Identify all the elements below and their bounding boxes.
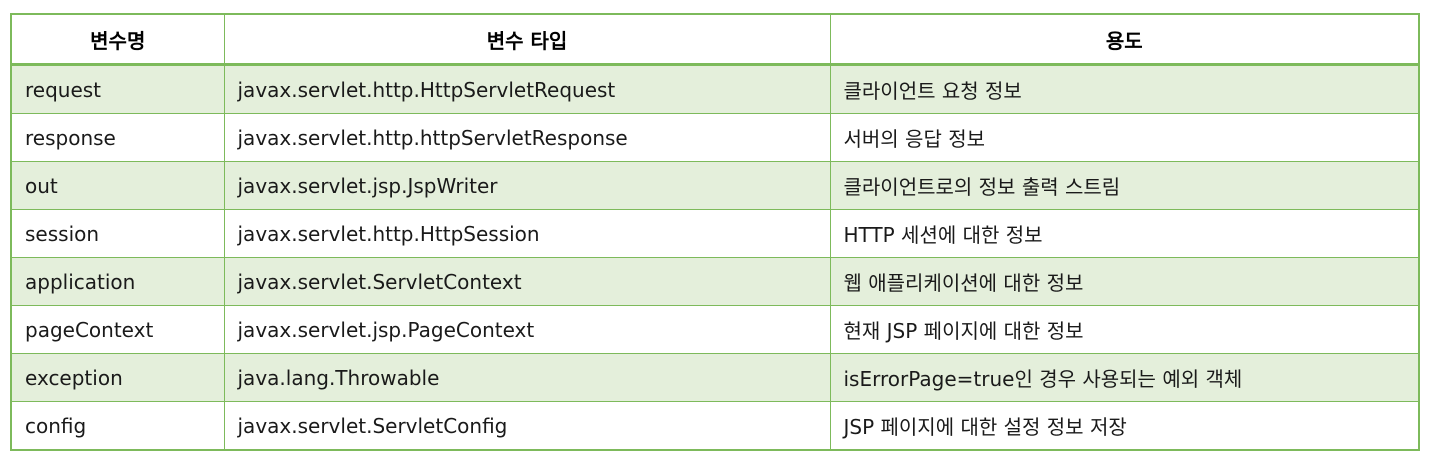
table-row: session javax.servlet.http.HttpSession H…: [10, 209, 1420, 258]
table-row: application javax.servlet.ServletContext…: [10, 257, 1420, 306]
cell-variable-name: pageContext: [10, 305, 225, 354]
cell-variable-name: out: [10, 161, 225, 210]
cell-purpose: JSP 페이지에 대한 설정 정보 저장: [829, 401, 1420, 451]
cell-variable-name: session: [10, 209, 225, 258]
table-row: exception java.lang.Throwable isErrorPag…: [10, 353, 1420, 402]
cell-variable-type: javax.servlet.jsp.JspWriter: [223, 161, 831, 210]
cell-variable-name: config: [10, 401, 225, 451]
cell-variable-name: exception: [10, 353, 225, 402]
table-row: config javax.servlet.ServletConfig JSP 페…: [10, 401, 1420, 451]
cell-variable-name: application: [10, 257, 225, 306]
header-row: 변수명 변수 타입 용도: [10, 14, 1420, 66]
cell-variable-type: javax.servlet.http.HttpSession: [223, 209, 831, 258]
cell-purpose: isErrorPage=true인 경우 사용되는 예외 객체: [829, 353, 1420, 402]
cell-purpose: 현재 JSP 페이지에 대한 정보: [829, 305, 1420, 354]
cell-purpose: 웹 애플리케이션에 대한 정보: [829, 257, 1420, 306]
cell-variable-type: javax.servlet.http.HttpServletRequest: [223, 64, 831, 114]
jsp-implicit-objects-table: 변수명 변수 타입 용도 request javax.servlet.http.…: [10, 13, 1420, 451]
cell-purpose: HTTP 세션에 대한 정보: [829, 209, 1420, 258]
table-row: pageContext javax.servlet.jsp.PageContex…: [10, 305, 1420, 354]
cell-purpose: 클라이언트 요청 정보: [829, 64, 1420, 114]
cell-variable-name: response: [10, 113, 225, 162]
table-row: out javax.servlet.jsp.JspWriter 클라이언트로의 …: [10, 161, 1420, 210]
table-row: response javax.servlet.http.httpServletR…: [10, 113, 1420, 162]
table-row: request javax.servlet.http.HttpServletRe…: [10, 64, 1420, 114]
cell-variable-type: javax.servlet.http.httpServletResponse: [223, 113, 831, 162]
cell-purpose: 서버의 응답 정보: [829, 113, 1420, 162]
cell-variable-type: javax.servlet.ServletConfig: [223, 401, 831, 451]
cell-variable-type: javax.servlet.jsp.PageContext: [223, 305, 831, 354]
header-variable-type: 변수 타입: [223, 14, 831, 66]
cell-variable-type: java.lang.Throwable: [223, 353, 831, 402]
cell-variable-type: javax.servlet.ServletContext: [223, 257, 831, 306]
cell-variable-name: request: [10, 64, 225, 114]
cell-purpose: 클라이언트로의 정보 출력 스트림: [829, 161, 1420, 210]
header-variable-name: 변수명: [10, 14, 225, 66]
header-purpose: 용도: [829, 14, 1420, 66]
